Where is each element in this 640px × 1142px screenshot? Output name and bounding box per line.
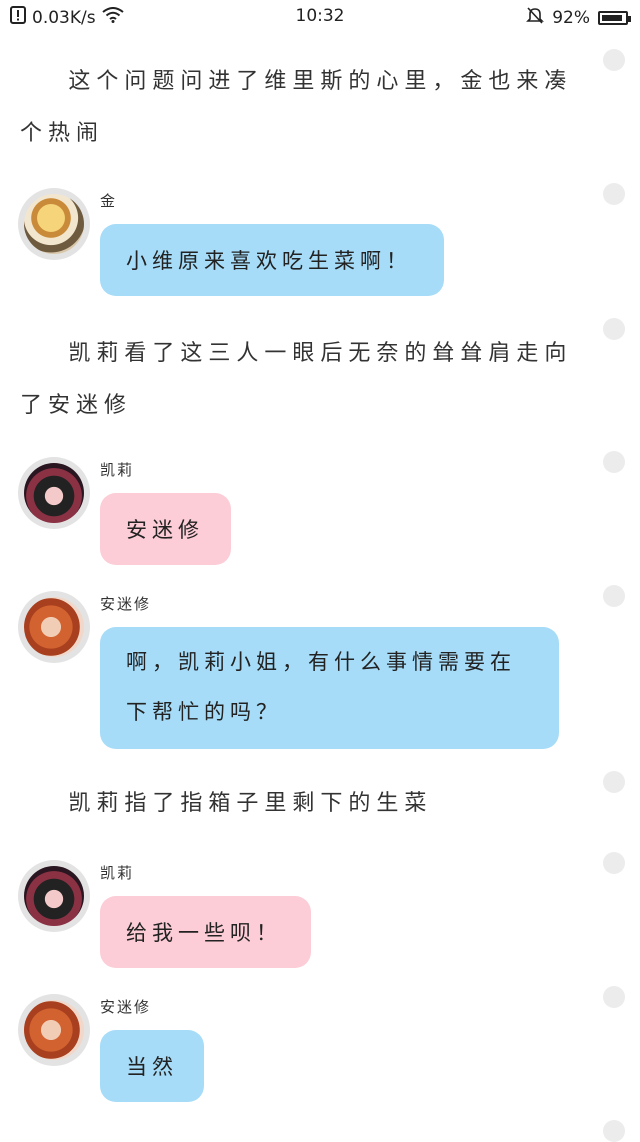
scroll-dot-icon[interactable]: [603, 1120, 625, 1142]
scroll-dot-icon[interactable]: [603, 986, 625, 1008]
scroll-dot-icon[interactable]: [603, 585, 625, 607]
scroll-dot-icon[interactable]: [603, 771, 625, 793]
avatar[interactable]: [18, 457, 90, 529]
message-bubble: 安迷修: [100, 493, 231, 565]
scroll-dot-icon[interactable]: [603, 49, 625, 71]
scroll-dot-icon[interactable]: [603, 451, 625, 473]
message-bubble: 小维原来喜欢吃生菜啊！: [100, 224, 444, 296]
avatar[interactable]: [18, 860, 90, 932]
scroll-dot-icon[interactable]: [603, 183, 625, 205]
sender-name: 金: [100, 192, 118, 210]
anmixiu-avatar: [24, 597, 84, 657]
scroll-dot-icon[interactable]: [603, 318, 625, 340]
avatar[interactable]: [18, 591, 90, 663]
sender-name: 凯莉: [100, 864, 135, 882]
narration-paragraph: 这个问题问进了维里斯的心里，金也来凑个热闹: [20, 69, 573, 146]
bell-off-icon: [526, 6, 545, 29]
message-bubble: 啊，凯莉小姐，有什么事情需要在下帮忙的吗？: [100, 627, 559, 749]
narration-paragraph: 凯莉看了这三人一眼后无奈的耸耸肩走向了安迷修: [20, 341, 573, 418]
battery-percentage: 92%: [552, 7, 590, 28]
kaili-avatar: [24, 463, 84, 523]
message-bubble: 给我一些呗！: [100, 896, 311, 968]
avatar[interactable]: [18, 994, 90, 1066]
anmixiu-avatar: [24, 1000, 84, 1060]
sender-name: 凯莉: [100, 461, 135, 479]
sender-name: 安迷修: [100, 595, 152, 613]
message-bubble: 当然: [100, 1030, 204, 1102]
scroll-dot-icon[interactable]: [603, 852, 625, 874]
narration-paragraph: 凯莉指了指箱子里剩下的生菜: [68, 791, 433, 816]
avatar[interactable]: [18, 188, 90, 260]
battery-fill: [602, 14, 622, 21]
jin-avatar: [24, 194, 84, 254]
status-bar: 0.03K/s 10:32 92%: [0, 0, 640, 34]
battery-icon: [598, 10, 631, 25]
kaili-avatar: [24, 866, 84, 926]
sender-name: 安迷修: [100, 998, 152, 1016]
status-right: 92%: [526, 6, 631, 29]
